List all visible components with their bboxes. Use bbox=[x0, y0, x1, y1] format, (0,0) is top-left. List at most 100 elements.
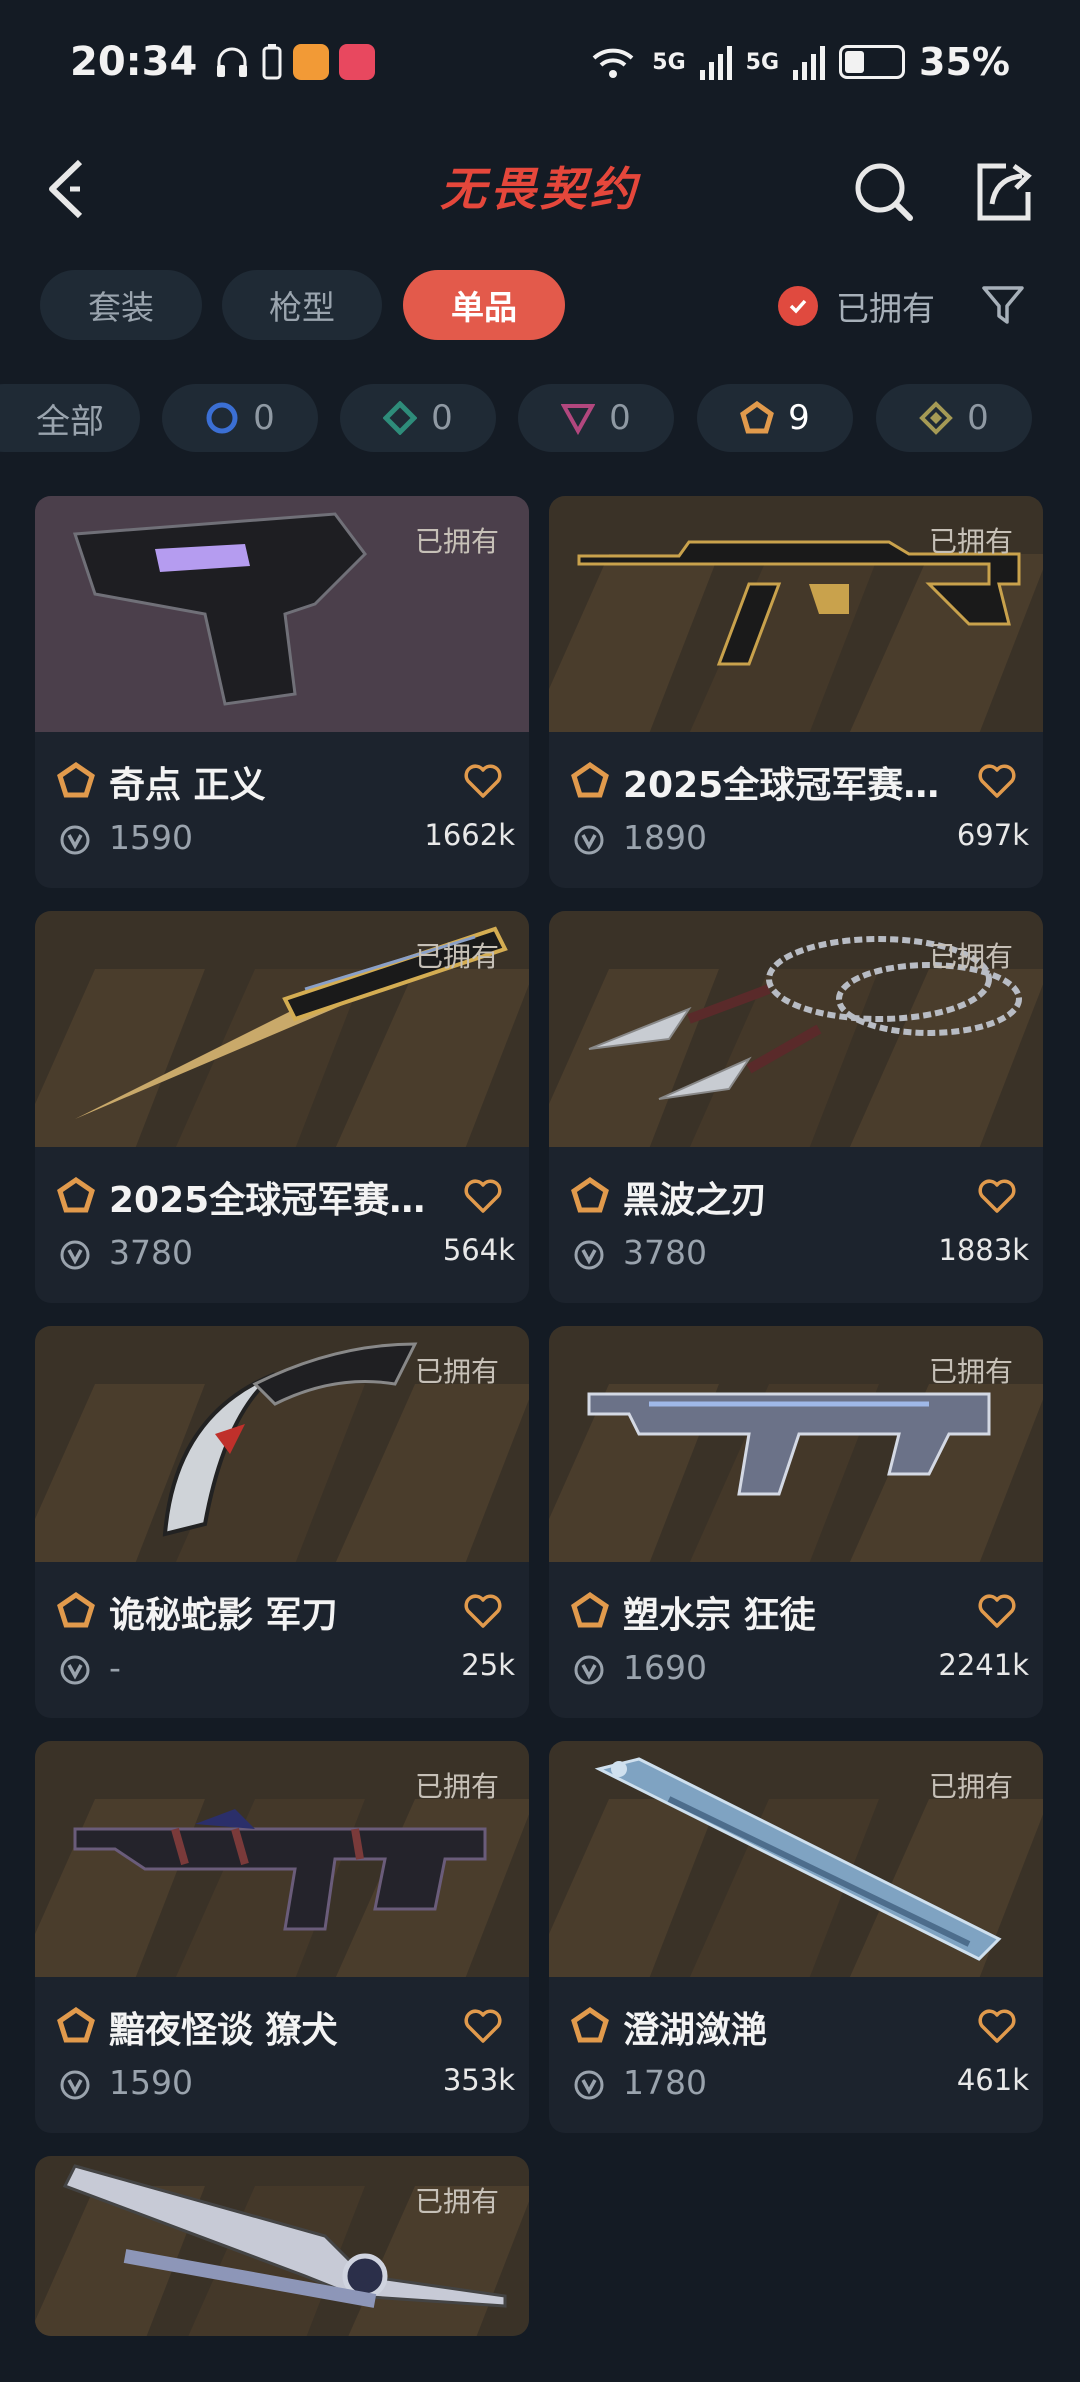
chip-count: 0 bbox=[609, 398, 631, 438]
item-name: 诡秘蛇影 军刀 bbox=[109, 1595, 338, 1636]
chip-tier-4[interactable]: 9 bbox=[697, 384, 853, 452]
item-image: 已拥有 bbox=[35, 496, 529, 732]
pentagon-tier-icon bbox=[57, 2007, 95, 2043]
status-right: 5G 5G 35% bbox=[588, 40, 1010, 84]
segment-gun-types[interactable]: 枪型 bbox=[222, 270, 382, 340]
owned-tag: 已拥有 bbox=[928, 1770, 1013, 1803]
item-name: 黯夜怪谈 獠犬 bbox=[109, 2010, 338, 2051]
owned-filter-label: 已拥有 bbox=[836, 289, 935, 328]
item-name: 黑波之刃 bbox=[623, 1180, 768, 1221]
valorant-points-icon bbox=[60, 1655, 90, 1685]
item-likes: 1662k bbox=[424, 818, 515, 852]
chip-tier-1[interactable]: 0 bbox=[162, 384, 318, 452]
chip-tier-2[interactable]: 0 bbox=[340, 384, 496, 452]
valorant-points-icon bbox=[574, 1240, 604, 1270]
item-likes: 564k bbox=[442, 1233, 515, 1267]
segment-suits[interactable]: 套装 bbox=[40, 270, 202, 340]
item-name: 奇点 正义 bbox=[109, 765, 266, 806]
item-info: 诡秘蛇影 军刀 - 25k bbox=[35, 1562, 529, 1718]
segment-single-items[interactable]: 单品 bbox=[403, 270, 565, 340]
owned-tag: 已拥有 bbox=[414, 2185, 499, 2218]
heart-icon[interactable] bbox=[977, 2007, 1017, 2045]
heart-icon[interactable] bbox=[463, 2007, 503, 2045]
item-card[interactable]: 已拥有 黑波之刃 3780 1883k bbox=[549, 911, 1043, 1303]
heart-icon[interactable] bbox=[977, 762, 1017, 800]
valorant-points-icon bbox=[60, 2070, 90, 2100]
pentagon-tier-icon bbox=[57, 1177, 95, 1213]
search-icon[interactable] bbox=[852, 160, 916, 224]
heart-icon[interactable] bbox=[977, 1177, 1017, 1215]
chip-count: 0 bbox=[253, 398, 275, 438]
item-info: 黯夜怪谈 獠犬 1590 353k bbox=[35, 1977, 529, 2133]
heart-icon[interactable] bbox=[977, 1592, 1017, 1630]
filter-icon[interactable] bbox=[980, 282, 1026, 328]
pentagon-tier-icon bbox=[571, 762, 609, 798]
item-image: 已拥有 bbox=[35, 1741, 529, 1977]
item-info: 2025全球冠军赛… 3780 564k bbox=[35, 1147, 529, 1303]
item-card[interactable]: 已拥有 2025全球冠军赛… 1890 697k bbox=[549, 496, 1043, 888]
item-name: 2025全球冠军赛… bbox=[109, 1180, 426, 1221]
item-likes: 25k bbox=[461, 1648, 515, 1682]
item-price: 3780 bbox=[623, 1233, 707, 1272]
orange-app-icon bbox=[293, 44, 330, 80]
item-likes: 1883k bbox=[938, 1233, 1029, 1267]
chip-count: 9 bbox=[788, 398, 810, 438]
status-bar: 20:34 5G 5G 35% bbox=[0, 0, 1080, 124]
category-segments: 套装 枪型 单品 已拥有 bbox=[0, 270, 1080, 342]
diamond-tier-icon bbox=[383, 401, 418, 435]
app-header: 无畏契约 bbox=[0, 124, 1080, 254]
item-card[interactable]: 已拥有 诡秘蛇影 军刀 - 25k bbox=[35, 1326, 529, 1718]
pentagon-tier-icon bbox=[571, 1592, 609, 1628]
chip-tier-3[interactable]: 0 bbox=[518, 384, 674, 452]
page-title: 无畏契约 bbox=[440, 162, 640, 216]
valorant-points-icon bbox=[574, 2070, 604, 2100]
wifi-icon bbox=[592, 48, 634, 78]
item-info: 2025全球冠军赛… 1890 697k bbox=[549, 732, 1043, 888]
item-image: 已拥有 bbox=[35, 1326, 529, 1562]
item-name: 塑水宗 狂徒 bbox=[623, 1595, 816, 1636]
valorant-points-icon bbox=[60, 825, 90, 855]
heart-icon[interactable] bbox=[463, 762, 503, 800]
heart-icon[interactable] bbox=[463, 1592, 503, 1630]
status-notification-icons bbox=[213, 43, 376, 81]
item-card[interactable]: 已拥有 黯夜怪谈 獠犬 1590 353k bbox=[35, 1741, 529, 2133]
chip-count: 0 bbox=[967, 398, 989, 438]
item-card[interactable]: 已拥有 塑水宗 狂徒 1690 2241k bbox=[549, 1326, 1043, 1718]
battery-icon bbox=[839, 45, 906, 79]
chip-all-label: 全部 bbox=[36, 401, 104, 442]
owned-tag: 已拥有 bbox=[414, 940, 499, 973]
valorant-points-icon bbox=[574, 1655, 604, 1685]
item-card[interactable]: 已拥有 2025全球冠军赛… 3780 564k bbox=[35, 911, 529, 1303]
signal-icon-2 bbox=[793, 46, 826, 80]
owned-tag: 已拥有 bbox=[414, 525, 499, 558]
triangle-tier-icon bbox=[561, 404, 596, 435]
item-likes: 697k bbox=[956, 818, 1029, 852]
item-image: 已拥有 bbox=[35, 2156, 529, 2336]
chip-tier-5[interactable]: 0 bbox=[876, 384, 1032, 452]
item-price: 1590 bbox=[109, 818, 193, 857]
back-icon[interactable] bbox=[40, 154, 100, 224]
pentagon-tier-icon bbox=[571, 1177, 609, 1213]
signal-icon bbox=[699, 46, 732, 80]
item-info: 黑波之刃 3780 1883k bbox=[549, 1147, 1043, 1303]
chip-count: 0 bbox=[431, 398, 453, 438]
item-card[interactable]: 已拥有 bbox=[35, 2156, 529, 2336]
owned-filter-toggle[interactable]: 已拥有 bbox=[778, 282, 935, 330]
owned-tag: 已拥有 bbox=[928, 940, 1013, 973]
item-likes: 2241k bbox=[938, 1648, 1029, 1682]
pentagon-tier-icon bbox=[57, 1592, 95, 1628]
item-price: 1590 bbox=[109, 2063, 193, 2102]
network-label-2: 5G bbox=[745, 49, 780, 75]
network-label-1: 5G bbox=[652, 49, 686, 75]
item-likes: 353k bbox=[442, 2063, 515, 2097]
heart-icon[interactable] bbox=[463, 1177, 503, 1215]
item-card[interactable]: 已拥有 澄湖潋滟 1780 461k bbox=[549, 1741, 1043, 2133]
circle-tier-icon bbox=[206, 402, 238, 434]
valorant-points-icon bbox=[60, 1240, 90, 1270]
battery-percent: 35% bbox=[919, 40, 1010, 84]
item-info: 奇点 正义 1590 1662k bbox=[35, 732, 529, 888]
chip-all[interactable]: 全部 bbox=[0, 384, 140, 452]
share-icon[interactable] bbox=[972, 160, 1036, 224]
item-name: 2025全球冠军赛… bbox=[623, 765, 940, 806]
item-card[interactable]: 已拥有 奇点 正义 1590 1662k bbox=[35, 496, 529, 888]
